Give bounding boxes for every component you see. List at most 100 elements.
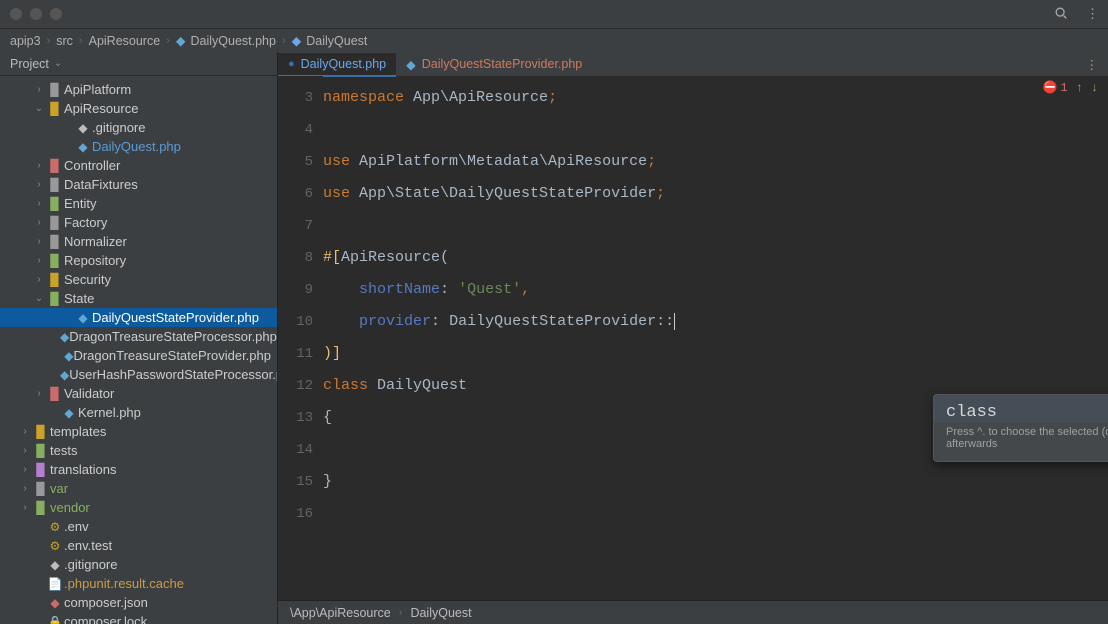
tree-item-state[interactable]: ⌄▉State (0, 289, 277, 308)
tree-item-var[interactable]: ›▉var (0, 479, 277, 498)
tree-item-normalizer[interactable]: ›▉Normalizer (0, 232, 277, 251)
chevron-icon: › (282, 35, 286, 47)
tree-label: translations (50, 462, 116, 477)
tab-label: DailyQuestStateProvider.php (422, 57, 583, 71)
project-tree[interactable]: ›▉ApiPlatform ⌄▉ApiResource ◆.gitignore … (0, 76, 277, 624)
tree-item-apiresource[interactable]: ⌄▉ApiResource (0, 99, 277, 118)
tree-label: .phpunit.result.cache (64, 576, 184, 591)
project-tool-header[interactable]: Project ⌄ (0, 52, 277, 76)
tree-item-gitignore2[interactable]: ◆.gitignore (0, 555, 277, 574)
tree-label: var (50, 481, 68, 496)
tree-item-repository[interactable]: ›▉Repository (0, 251, 277, 270)
breadcrumb-project[interactable]: apip3 (10, 34, 41, 48)
titlebar: ⋮ (0, 0, 1108, 28)
code-line: } (323, 466, 1108, 498)
editor-tabs: ● DailyQuest.php ◆ DailyQuestStateProvid… (278, 52, 1108, 76)
completion-hint: Press ^. to choose the selected (or firs… (946, 426, 1108, 451)
tree-item-composerjson[interactable]: ◆composer.json (0, 593, 277, 612)
footer-class[interactable]: DailyQuest (410, 606, 471, 620)
tree-label: DailyQuest.php (92, 139, 181, 154)
tab-stateprovider[interactable]: ◆ DailyQuestStateProvider.php (396, 52, 592, 76)
tree-label: Entity (64, 196, 97, 211)
completion-popup[interactable]: class Press ^. to choose the selected (o… (933, 394, 1108, 462)
close-light[interactable] (10, 8, 22, 20)
code-editor[interactable]: 345678910111213141516 namespace App\ApiR… (278, 76, 1108, 600)
prev-error-icon[interactable]: ↑ (1076, 81, 1083, 95)
tree-item-validator[interactable]: ›▉Validator (0, 384, 277, 403)
tree-item-envtest[interactable]: ⚙.env.test (0, 536, 277, 555)
tree-item-gitignore[interactable]: ◆.gitignore (0, 118, 277, 137)
tree-label: DragonTreasureStateProcessor.php (69, 329, 277, 344)
error-icon: ⛔ (1042, 80, 1057, 95)
tree-label: composer.json (64, 595, 148, 610)
footer-namespace[interactable]: \App\ApiResource (290, 606, 391, 620)
window-controls (10, 8, 62, 20)
tree-label: .gitignore (92, 120, 145, 135)
chevron-icon: › (79, 35, 83, 47)
tree-label: tests (50, 443, 77, 458)
tree-item-translations[interactable]: ›▉translations (0, 460, 277, 479)
class-icon: ◆ (292, 33, 302, 48)
minimize-light[interactable] (30, 8, 42, 20)
breadcrumb-dir[interactable]: ApiResource (89, 34, 161, 48)
code-body[interactable]: namespace App\ApiResource; use ApiPlatfo… (323, 76, 1108, 600)
tree-item-templates[interactable]: ›▉templates (0, 422, 277, 441)
tree-item-userhash[interactable]: ◆UserHashPasswordStateProcessor.p (0, 365, 277, 384)
breadcrumb: apip3 › src › ApiResource › ◆ DailyQuest.… (0, 28, 1108, 52)
tree-item-controller[interactable]: ›▉Controller (0, 156, 277, 175)
breadcrumb-src[interactable]: src (56, 34, 73, 48)
breadcrumb-footer: \App\ApiResource › DailyQuest (278, 600, 1108, 624)
tree-label: Kernel.php (78, 405, 141, 420)
tree-label: .env (64, 519, 89, 534)
editor-area: ● DailyQuest.php ◆ DailyQuestStateProvid… (278, 52, 1108, 624)
tree-label: DailyQuestStateProvider.php (92, 310, 259, 325)
tab-label: DailyQuest.php (301, 57, 386, 71)
tree-label: Factory (64, 215, 107, 230)
tree-label: .gitignore (64, 557, 117, 572)
tab-dailyquest[interactable]: ● DailyQuest.php (278, 53, 396, 77)
tree-label: DataFixtures (64, 177, 138, 192)
tree-label: ApiResource (64, 101, 138, 116)
code-line: shortName: 'Quest', (323, 274, 1108, 306)
tree-label: ApiPlatform (64, 82, 131, 97)
tree-item-dailyquest[interactable]: ◆DailyQuest.php (0, 137, 277, 156)
tree-item-env[interactable]: ⚙.env (0, 517, 277, 536)
tree-item-security[interactable]: ›▉Security (0, 270, 277, 289)
code-line (323, 210, 1108, 242)
tabs-more-icon[interactable]: ⋮ (1076, 57, 1108, 72)
tree-label: composer.lock (64, 614, 147, 624)
php-icon: ◆ (406, 57, 416, 72)
tree-item-factory[interactable]: ›▉Factory (0, 213, 277, 232)
zoom-light[interactable] (50, 8, 62, 20)
tree-label: State (64, 291, 94, 306)
tree-label: Normalizer (64, 234, 127, 249)
code-line: namespace App\ApiResource; (323, 82, 1108, 114)
code-line: )] (323, 338, 1108, 370)
breadcrumb-file[interactable]: DailyQuest.php (190, 34, 275, 48)
tree-item-phpunit[interactable]: 📄.phpunit.result.cache (0, 574, 277, 593)
search-icon[interactable] (1054, 6, 1068, 23)
error-count: 1 (1060, 81, 1067, 95)
breadcrumb-symbol[interactable]: DailyQuest (306, 34, 367, 48)
tree-item-kernel[interactable]: ◆Kernel.php (0, 403, 277, 422)
tree-item-dragonprocessor[interactable]: ◆DragonTreasureStateProcessor.php (0, 327, 277, 346)
chevron-icon: › (166, 35, 170, 47)
code-line: use ApiPlatform\Metadata\ApiResource; (323, 146, 1108, 178)
more-icon[interactable]: ⋮ (1086, 6, 1098, 22)
tree-label: templates (50, 424, 106, 439)
tree-item-tests[interactable]: ›▉tests (0, 441, 277, 460)
tree-item-composerlock[interactable]: 🔒composer.lock (0, 612, 277, 624)
code-line (323, 498, 1108, 530)
tree-item-entity[interactable]: ›▉Entity (0, 194, 277, 213)
completion-item[interactable]: class (934, 395, 1108, 422)
tree-item-dailyqueststateprovider[interactable]: ◆DailyQuestStateProvider.php (0, 308, 277, 327)
next-error-icon[interactable]: ↓ (1091, 81, 1098, 95)
tree-label: Repository (64, 253, 126, 268)
tree-item-apiplatform[interactable]: ›▉ApiPlatform (0, 80, 277, 99)
inspection-widget[interactable]: ⛔1 ↑ ↓ (1042, 80, 1098, 95)
tree-item-datafixtures[interactable]: ›▉DataFixtures (0, 175, 277, 194)
tree-item-dragonprovider[interactable]: ◆DragonTreasureStateProvider.php (0, 346, 277, 365)
tree-label: UserHashPasswordStateProcessor.p (69, 367, 277, 382)
tree-item-vendor[interactable]: ›▉vendor (0, 498, 277, 517)
php-icon: ◆ (176, 33, 186, 48)
